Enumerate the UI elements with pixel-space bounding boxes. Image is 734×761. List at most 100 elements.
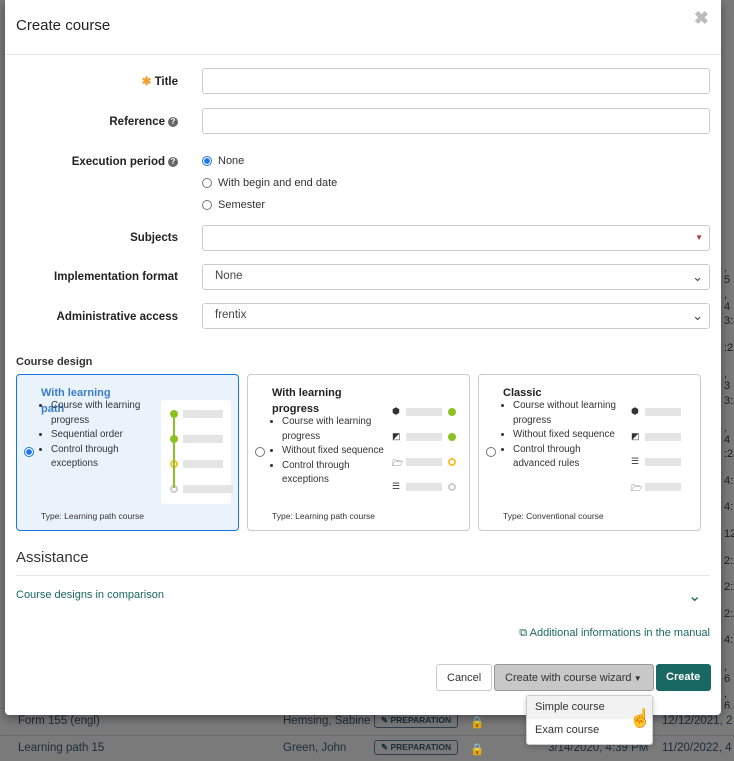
bullet: Course without learning progress — [513, 399, 616, 428]
background-fragment: , 5 — [724, 262, 731, 286]
help-icon[interactable]: ? — [168, 117, 178, 127]
format-label: Implementation format — [54, 271, 178, 283]
cancel-button[interactable]: Cancel — [436, 664, 492, 691]
lock-icon: 🔒 — [470, 744, 485, 756]
status-badge: ✎ PREPARATION — [374, 713, 459, 728]
course-design-card[interactable]: ClassicCourse without learning progressW… — [478, 374, 701, 531]
execution-semester-radio[interactable]: Semester — [202, 199, 265, 211]
required-star-icon: ✱ — [141, 76, 155, 88]
background-fragment: 2:2 — [724, 607, 734, 620]
help-icon[interactable]: ? — [168, 157, 178, 167]
course-design-card[interactable]: With learning pathCourse with learning p… — [16, 374, 239, 531]
background-fragment: 4:1 — [724, 634, 734, 647]
subjects-label: Subjects — [130, 232, 178, 244]
admin-value: frentix — [215, 309, 247, 321]
chevron-down-icon[interactable]: ⌄ — [688, 586, 701, 606]
card-bullets: Course with learning progressWithout fix… — [255, 415, 385, 488]
reference-label: Reference? — [109, 116, 178, 128]
reference-input[interactable] — [202, 108, 710, 134]
subjects-select[interactable]: ▼ — [202, 225, 710, 251]
background-fragment: 4:1 — [724, 501, 734, 514]
bullet: Course with learning progress — [51, 399, 154, 428]
background-fragment: , 3 — [724, 368, 731, 393]
divider — [16, 575, 710, 576]
radio-label: Semester — [218, 199, 266, 211]
caret-down-icon: ▼ — [695, 233, 703, 242]
card-type: Type: Conventional course — [503, 511, 604, 521]
course-designs-comparison-toggle[interactable]: Course designs in comparison — [16, 589, 164, 601]
background-fragment: :24 — [724, 448, 734, 461]
admin-label: Administrative access — [56, 311, 178, 323]
format-select[interactable]: None ⌄ — [202, 264, 710, 290]
design-illustration: ⬢ ◩ ☰ 🗁 — [623, 400, 693, 504]
background-fragment: 3:2 — [724, 395, 734, 407]
bullet: Without fixed sequence — [282, 444, 385, 459]
row-title: Learning path 15 — [18, 742, 105, 754]
background-fragment: , 4 — [724, 421, 731, 446]
create-course-dialog: Create course ✖ ✱ Title Reference? Execu… — [5, 0, 721, 715]
execution-none-radio[interactable]: None — [202, 155, 244, 167]
admin-select[interactable]: frentix ⌄ — [202, 303, 710, 329]
bullet: Control through exceptions — [51, 443, 154, 472]
title-label: ✱ Title — [141, 76, 178, 88]
row-author: Hemsing, Sabine — [283, 715, 371, 727]
element-icon: ⬢ — [392, 406, 400, 416]
element-icon: ☰ — [392, 481, 401, 491]
background-fragment: 12 — [724, 528, 734, 540]
execution-dates-radio[interactable]: With begin and end date — [202, 177, 337, 189]
status-dot — [170, 410, 178, 418]
external-link-icon: ⧉ — [519, 627, 530, 639]
bullet: Control through advanced rules — [513, 443, 616, 472]
background-fragment: , 6 — [724, 661, 731, 685]
bullet: Sequential order — [51, 428, 154, 443]
row-title: Form 155 (engl) — [18, 715, 100, 727]
row-modified: 12/12/2021, 2 — [662, 715, 733, 727]
caret-down-icon: ▼ — [631, 674, 642, 683]
close-icon[interactable]: ✖ — [694, 8, 709, 29]
element-icon: ⬢ — [631, 406, 639, 416]
element-icon: ◩ — [392, 431, 401, 441]
format-value: None — [215, 270, 243, 282]
bullet: Course with learning progress — [282, 415, 385, 444]
title-input[interactable] — [202, 68, 710, 94]
dialog-title: Create course — [16, 17, 111, 34]
course-wizard-button[interactable]: Create with course wizard ▼ — [494, 664, 654, 691]
background-fragment: 4:1 — [724, 474, 734, 487]
status-dot — [448, 458, 456, 466]
status-dot — [448, 433, 456, 441]
course-design-card[interactable]: With learning progressCourse with learni… — [247, 374, 470, 531]
background-fragment: , 4 — [724, 288, 731, 313]
element-icon: ☰ — [631, 456, 640, 466]
course-design-heading: Course design — [16, 356, 93, 368]
row-author: Green, John — [283, 742, 347, 754]
assistance-heading: Assistance — [16, 549, 89, 566]
card-type: Type: Learning path course — [41, 511, 145, 521]
card-type: Type: Learning path course — [272, 511, 376, 521]
create-button[interactable]: Create — [656, 664, 711, 691]
radio — [202, 200, 212, 210]
manual-link[interactable]: ⧉ Additional informations in the manual — [519, 627, 710, 640]
radio — [202, 178, 212, 188]
design-illustration: ⬢ ◩ 🗁 ☰ — [392, 400, 462, 504]
bullet: Control through exceptions — [282, 459, 385, 488]
card-bullets: Course without learning progressWithout … — [486, 399, 616, 472]
execution-label: Execution period? — [72, 156, 178, 168]
background-fragment: 2:2 — [724, 581, 734, 594]
radio-label: With begin and end date — [218, 177, 338, 189]
element-icon: 🗁 — [631, 483, 643, 493]
chevron-down-icon: ⌄ — [692, 308, 703, 323]
status-dot — [448, 408, 456, 416]
bullet: Without fixed sequence — [513, 428, 616, 443]
status-dot — [448, 483, 456, 491]
radio-label: None — [218, 155, 245, 167]
row-modified: 11/20/2022, 4 — [662, 742, 732, 754]
card-bullets: Course with learning progressSequential … — [24, 399, 154, 472]
design-illustration — [161, 400, 233, 504]
element-icon: ◩ — [631, 431, 640, 441]
dialog-header: Create course ✖ — [5, 0, 721, 55]
path-line — [173, 418, 175, 488]
background-fragment: 3:3 — [724, 315, 734, 328]
hand-cursor-icon: ☝ — [629, 708, 652, 728]
lock-icon: 🔒 — [470, 717, 485, 729]
background-fragment: 2:2 — [724, 554, 734, 567]
